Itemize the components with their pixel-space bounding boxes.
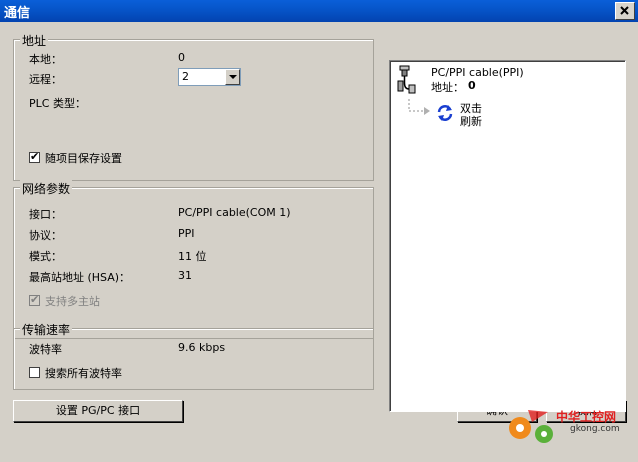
multi-master-checkbox: ✔ <box>29 293 40 306</box>
chevron-down-icon <box>229 75 237 79</box>
watermark-url: gkong.com <box>570 424 620 434</box>
baud-rate-title: 传输速率 <box>20 321 73 338</box>
protocol-value: PPI <box>178 227 195 240</box>
gkong-watermark: 中华工控网 gkong.com <box>500 400 638 462</box>
baud-label: 波特率 <box>29 343 62 356</box>
close-button[interactable] <box>615 2 635 20</box>
plc-type-label: PLC 类型： <box>29 97 86 110</box>
protocol-label: 协议： <box>29 229 62 242</box>
ppi-cable-icon <box>397 65 416 94</box>
interface-label: 接口： <box>29 208 62 221</box>
refresh-label-line2[interactable]: 刷新 <box>460 113 482 129</box>
multi-master-label: 支持多主站 <box>45 295 100 308</box>
remote-address-select[interactable]: 2 <box>178 68 241 86</box>
refresh-icon[interactable] <box>435 103 455 123</box>
tree-address-value: 0 <box>468 79 476 92</box>
interface-value: PC/PPI cable(COM 1) <box>178 206 291 219</box>
save-with-project-label[interactable]: 随项目保存设置 <box>45 150 122 166</box>
search-all-baud-checkbox[interactable] <box>29 367 40 378</box>
hsa-label: 最高站地址 (HSA)： <box>29 271 131 284</box>
mode-value: 11 位 <box>178 250 207 263</box>
watermark-brand: 中华工控网 <box>556 410 617 424</box>
local-value: 0 <box>178 51 185 64</box>
address-group-title: 地址 <box>20 32 49 49</box>
title-bar: 通信 <box>0 0 638 22</box>
set-pgpc-interface-button[interactable]: 设置 PG/PC 接口 <box>13 400 183 422</box>
mode-label: 模式： <box>29 250 62 263</box>
gear-logo-icon <box>509 410 553 443</box>
checkmark-icon: ✔ <box>30 150 40 163</box>
local-label: 本地： <box>29 53 62 66</box>
window-title: 通信 <box>4 6 31 21</box>
tree-address-label: 地址： <box>431 81 464 94</box>
communication-tree[interactable]: PC/PPI cable(PPI) 地址： 0 双击 刷新 <box>389 60 626 412</box>
cable-name[interactable]: PC/PPI cable(PPI) <box>431 66 524 79</box>
hsa-value: 31 <box>178 269 192 282</box>
baud-value: 9.6 kbps <box>178 341 226 354</box>
close-icon <box>620 6 629 15</box>
dialog-body: 地址 本地： 0 远程： 2 PLC 类型： ✔ 随项目保存设置 网络参数 接口… <box>0 22 638 443</box>
checkmark-icon: ✔ <box>30 293 40 306</box>
remote-address-value: 2 <box>182 70 189 83</box>
tree-connector-line <box>408 99 430 115</box>
save-with-project-checkbox[interactable]: ✔ <box>29 150 40 163</box>
search-all-baud-label[interactable]: 搜索所有波特率 <box>45 365 122 381</box>
network-params-title: 网络参数 <box>20 180 73 197</box>
dropdown-button[interactable] <box>225 69 240 85</box>
remote-label: 远程： <box>29 73 62 86</box>
